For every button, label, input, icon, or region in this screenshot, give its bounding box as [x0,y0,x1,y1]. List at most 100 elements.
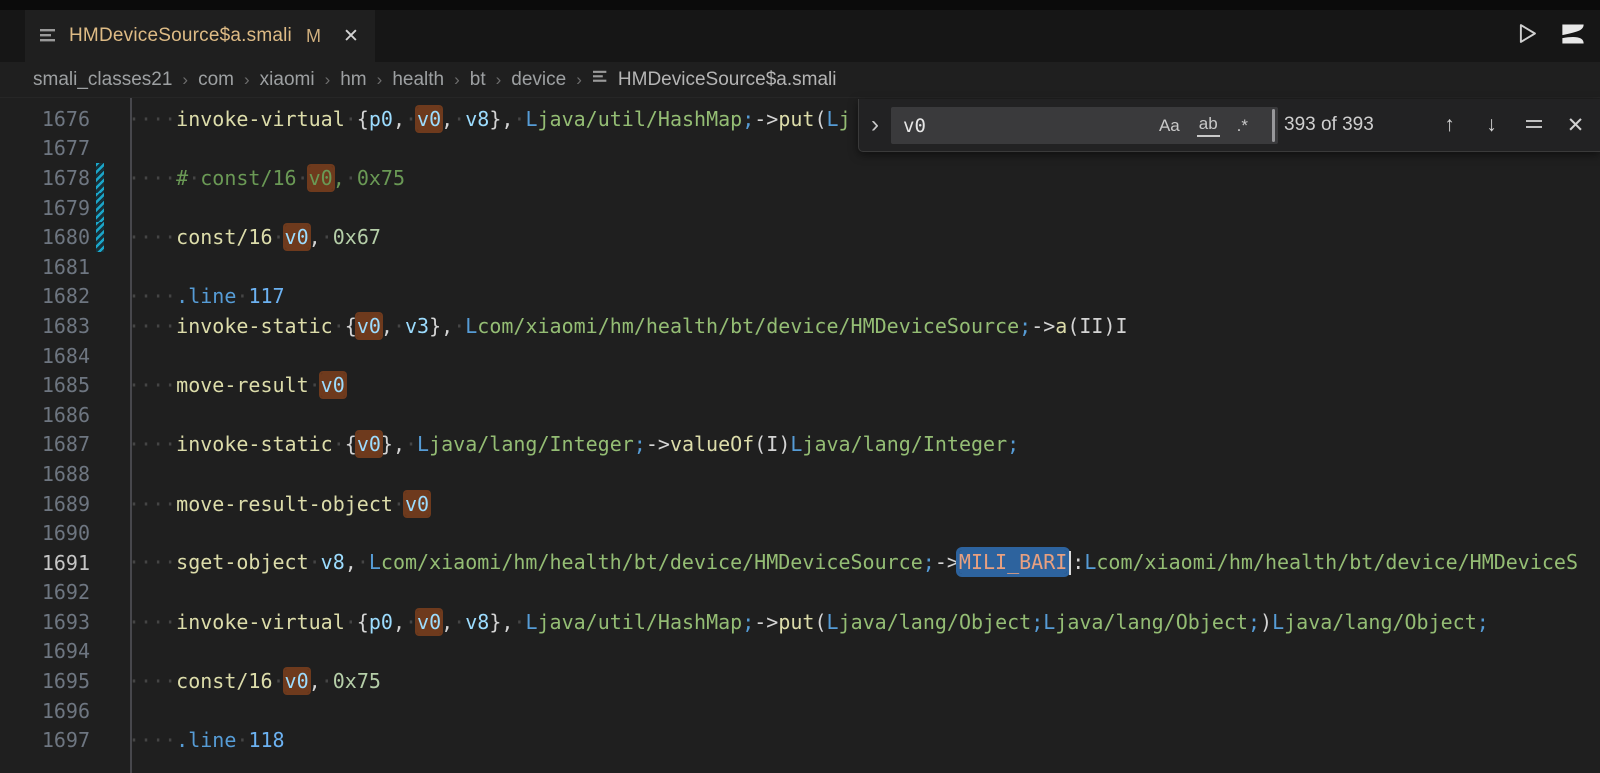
code-line[interactable]: 1680 ····const/16·v0,·0x67 [0,222,1600,252]
code-token: · [320,225,333,250]
code-line[interactable]: 1687 ····invoke-static·{v0},·Ljava/lang/I… [0,430,1600,460]
breadcrumb-item[interactable]: health [392,69,444,91]
breadcrumb-item[interactable]: hm [340,69,366,91]
code-token: , [392,106,405,131]
code-token: com/xiaomi/hm/health/bt/device/HMDeviceS… [380,549,923,574]
code-line[interactable]: 1678 ····#·const/16·v0,·0x75 [0,163,1600,193]
tab-hmdevicesource-smali[interactable]: HMDeviceSource$a.smali M ✕ [25,10,375,62]
code-token: · [453,313,466,338]
code-token: invoke-static [176,432,333,457]
breadcrumb-separator: › [324,69,331,89]
code-token: const/16 [176,669,273,694]
code-token: -> [1031,313,1056,338]
next-match-icon[interactable]: ↓ [1475,109,1508,142]
previous-match-icon[interactable]: ↑ [1433,109,1466,142]
gutter-modified-indicator[interactable] [96,163,104,193]
search-match: v0 [404,491,430,516]
code-token: 0x75 [356,165,405,190]
code-token: move-result-object [176,491,393,516]
code-token: · [453,609,466,634]
code-line[interactable]: 1690 [0,518,1600,548]
code-token: ; [742,609,755,634]
breadcrumb-file[interactable]: HMDeviceSource$a.smali [592,69,836,91]
line-number: 1685 [41,373,90,398]
code-line[interactable]: 1692 [0,578,1600,608]
code-token: java/lang/Object [838,609,1032,634]
code-token: , [344,549,357,574]
search-match: v0 [308,165,333,190]
code-token: · [296,165,309,190]
code-line[interactable]: 1688 [0,459,1600,489]
find-in-selection-icon[interactable] [1517,109,1550,142]
code-token: : [1072,549,1085,574]
gutter-modified-indicator[interactable] [96,192,104,223]
code-line[interactable]: 1696 [0,696,1600,726]
indent-guide-line [130,98,132,773]
match-case-icon[interactable]: Aa [1159,116,1180,136]
close-tab-icon[interactable]: ✕ [343,25,359,48]
code-line[interactable]: 1685 ····move-result·v0 [0,370,1600,400]
gutter [90,696,128,726]
find-input-scrollbar[interactable] [1272,109,1275,142]
search-match: v0 [356,313,381,338]
code-token: · [308,549,321,574]
code-token: ···· [128,284,177,309]
breadcrumb-item[interactable]: xiaomi [260,69,315,91]
code-line[interactable]: 1694 [0,637,1600,667]
gutter [90,430,128,460]
code-token: ; [1019,313,1032,338]
line-number: 1680 [41,225,90,250]
search-match: v0 [320,373,345,398]
code-text: ····sget-object·v8,·Lcom/xiaomi/hm/healt… [128,549,1578,576]
run-icon[interactable] [1513,20,1540,52]
code-token: .line [176,284,237,309]
code-line[interactable]: 1686 [0,400,1600,430]
code-token: a [1055,313,1068,338]
code-token: ···· [128,549,177,574]
code-line[interactable]: 1683 ····invoke-static·{v0,·v3},·Lcom/xia… [0,311,1600,341]
breadcrumb-item[interactable]: com [198,69,234,91]
code-token: java/lang/Integer [429,432,634,457]
toggle-replace-chevron-icon[interactable]: › [861,99,889,151]
gutter [90,637,128,667]
close-find-icon[interactable]: ✕ [1559,109,1592,142]
code-token: L [417,432,430,457]
breadcrumb-item[interactable]: smali_classes21 [33,69,172,91]
code-line[interactable]: 1682 ····.line·117 [0,282,1600,312]
code-token: , [308,669,321,694]
gutter [90,222,128,252]
regex-icon[interactable]: .* [1237,116,1248,136]
line-number: 1677 [41,136,90,161]
code-line[interactable]: 1697 ····.line·118 [0,725,1600,755]
code-token: 117 [248,284,285,309]
code-line[interactable]: 1693 ····invoke-virtual·{p0,·v0,·v8},·Lja… [0,607,1600,637]
code-line[interactable]: 1695 ····const/16·v0,·0x75 [0,666,1600,696]
code-line[interactable]: 1684 [0,341,1600,371]
code-text: ····move-result-object·v0 [128,491,430,516]
gutter-modified-indicator[interactable] [96,222,104,252]
gutter [90,400,128,430]
code-token: L [826,106,839,131]
code-token: com/xiaomi/hm/health/bt/device/HMDeviceS… [477,313,1020,338]
line-number: 1689 [41,491,90,516]
code-line[interactable]: 1679 [0,192,1600,223]
find-input[interactable] [891,114,1159,137]
code-token: valueOf [669,432,755,457]
code-line[interactable]: 1691 ····sget-object·v8,·Lcom/xiaomi/hm/h… [0,548,1600,578]
code-token: { [356,106,369,131]
code-token: · [404,106,418,131]
line-number: 1687 [41,432,90,457]
code-token: · [236,284,249,309]
whole-word-icon[interactable]: ab [1196,114,1220,137]
breadcrumb-item[interactable]: device [511,69,566,91]
line-number: 1692 [41,580,90,605]
code-editor[interactable]: 1676 ····invoke-virtual·{p0,·v0,·v8},·Lja… [0,98,1600,773]
extension-action-icon[interactable] [1560,22,1586,51]
code-line[interactable]: 1689 ····move-result-object·v0 [0,489,1600,519]
breadcrumb-separator: › [376,69,383,89]
code-token: · [405,432,418,457]
code-line[interactable]: 1681 [0,252,1600,282]
breadcrumb-item[interactable]: bt [470,69,486,91]
find-input-box: Aa ab .* [891,107,1278,144]
code-token: v8 [465,609,490,634]
